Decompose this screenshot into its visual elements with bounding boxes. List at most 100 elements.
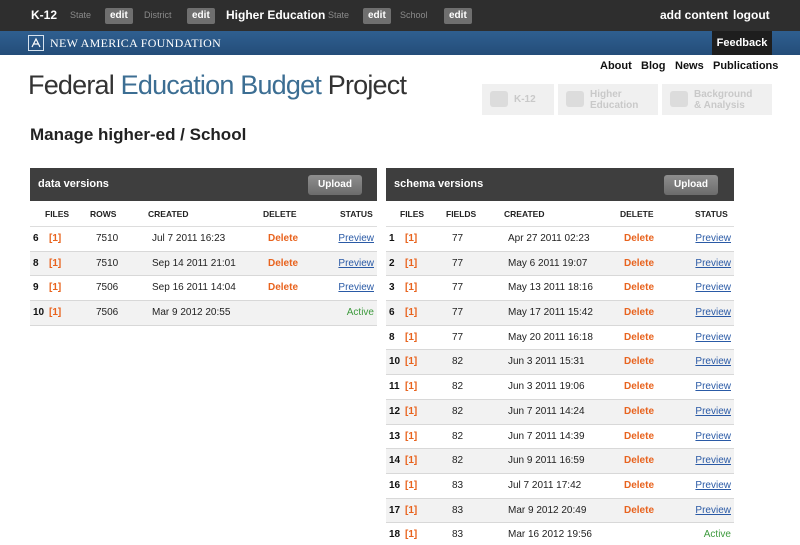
file-link[interactable]: [1] bbox=[405, 425, 417, 449]
preview-link[interactable]: Preview bbox=[695, 499, 731, 523]
delete-link[interactable]: Delete bbox=[624, 276, 654, 300]
delete-link[interactable]: Delete bbox=[268, 252, 298, 276]
site-title-part1: Federal bbox=[28, 70, 121, 100]
file-link[interactable]: [1] bbox=[405, 301, 417, 325]
nav-about[interactable]: About bbox=[600, 60, 632, 72]
k12-link[interactable]: K-12 bbox=[31, 0, 57, 31]
section-tab-k12[interactable]: K-12 bbox=[482, 84, 554, 115]
preview-link[interactable]: Preview bbox=[695, 301, 731, 325]
table-row: 12 [1] 82 Jun 7 2011 14:24 Delete Preview bbox=[386, 399, 734, 425]
row-count: 82 bbox=[452, 430, 464, 442]
site-title-part3: Project bbox=[321, 70, 407, 100]
nav-blog[interactable]: Blog bbox=[641, 60, 665, 72]
delete-link[interactable]: Delete bbox=[268, 276, 298, 300]
file-number: 16 bbox=[389, 479, 401, 491]
row-count: 77 bbox=[452, 257, 464, 269]
col-delete: DELETE bbox=[620, 209, 654, 219]
schema-upload-button[interactable]: Upload bbox=[664, 175, 718, 195]
row-count: 7506 bbox=[96, 307, 119, 319]
file-link[interactable]: [1] bbox=[49, 301, 61, 325]
table-row: 16 [1] 83 Jul 7 2011 17:42 Delete Preview bbox=[386, 474, 734, 499]
file-link[interactable]: [1] bbox=[405, 252, 417, 276]
file-number: 8 bbox=[389, 331, 395, 343]
table-row: 9 [1] 7506 Sep 16 2011 14:04 Delete Preview bbox=[30, 276, 377, 302]
edit-he-school-button[interactable]: edit bbox=[444, 8, 472, 24]
higher-education-link[interactable]: Higher Education bbox=[226, 0, 325, 31]
delete-link[interactable]: Delete bbox=[624, 326, 654, 350]
page-title: Manage higher-ed / School bbox=[30, 125, 247, 144]
file-link[interactable]: [1] bbox=[49, 227, 61, 251]
edit-k12-district-button[interactable]: edit bbox=[187, 8, 215, 24]
created-date: May 17 2011 15:42 bbox=[508, 307, 593, 319]
file-link[interactable]: [1] bbox=[49, 252, 61, 276]
preview-link[interactable]: Preview bbox=[338, 276, 374, 300]
nav-publications[interactable]: Publications bbox=[713, 60, 778, 72]
file-number: 8 bbox=[33, 257, 39, 269]
schema-versions-panel: schema versions Upload FILES FIELDS CREA… bbox=[386, 168, 734, 545]
site-title-part2: Education Budget bbox=[120, 70, 322, 100]
foundation-name[interactable]: NEW AMERICA FOUNDATION bbox=[50, 31, 221, 55]
preview-link[interactable]: Preview bbox=[695, 400, 731, 424]
preview-link[interactable]: Preview bbox=[695, 350, 731, 374]
preview-link[interactable]: Preview bbox=[695, 276, 731, 300]
preview-link[interactable]: Preview bbox=[338, 227, 374, 251]
foundation-bar: NEW AMERICA FOUNDATION bbox=[0, 31, 800, 55]
file-link[interactable]: [1] bbox=[405, 449, 417, 473]
delete-link[interactable]: Delete bbox=[624, 350, 654, 374]
table-row: 6 [1] 7510 Jul 7 2011 16:23 Delete Preview bbox=[30, 227, 377, 252]
file-link[interactable]: [1] bbox=[405, 350, 417, 374]
file-number: 10 bbox=[389, 356, 401, 368]
delete-link[interactable]: Delete bbox=[624, 227, 654, 251]
add-content-link[interactable]: add content bbox=[660, 0, 728, 31]
edit-he-state-button[interactable]: edit bbox=[363, 8, 391, 24]
preview-link[interactable]: Preview bbox=[695, 252, 731, 276]
file-link[interactable]: [1] bbox=[405, 375, 417, 399]
table-row: 13 [1] 82 Jun 7 2011 14:39 Delete Preview bbox=[386, 425, 734, 450]
file-number: 12 bbox=[389, 405, 401, 417]
file-link[interactable]: [1] bbox=[405, 474, 417, 498]
section-tab-background[interactable]: Background & Analysis bbox=[662, 84, 772, 115]
file-link[interactable]: [1] bbox=[49, 276, 61, 300]
preview-link[interactable]: Preview bbox=[695, 449, 731, 473]
delete-link[interactable]: Delete bbox=[624, 449, 654, 473]
site-title[interactable]: Federal Education Budget Project bbox=[28, 70, 407, 101]
file-link[interactable]: [1] bbox=[405, 276, 417, 300]
data-upload-button[interactable]: Upload bbox=[308, 175, 362, 195]
preview-link[interactable]: Preview bbox=[695, 425, 731, 449]
file-number: 14 bbox=[389, 455, 401, 467]
preview-link[interactable]: Preview bbox=[695, 474, 731, 498]
apple-icon bbox=[490, 91, 508, 107]
created-date: Jul 7 2011 17:42 bbox=[508, 479, 582, 491]
file-link[interactable]: [1] bbox=[405, 400, 417, 424]
preview-link[interactable]: Preview bbox=[695, 375, 731, 399]
edit-k12-state-button[interactable]: edit bbox=[105, 8, 133, 24]
preview-link[interactable]: Preview bbox=[695, 326, 731, 350]
file-link[interactable]: [1] bbox=[405, 523, 417, 545]
file-link[interactable]: [1] bbox=[405, 499, 417, 523]
file-link[interactable]: [1] bbox=[405, 227, 417, 251]
table-row: 11 [1] 82 Jun 3 2011 19:06 Delete Preview bbox=[386, 375, 734, 400]
data-versions-title: data versions bbox=[38, 178, 109, 190]
delete-link[interactable]: Delete bbox=[268, 227, 298, 251]
feedback-button[interactable]: Feedback bbox=[712, 31, 772, 55]
logout-link[interactable]: logout bbox=[733, 0, 770, 31]
row-count: 7510 bbox=[96, 233, 119, 244]
delete-link[interactable]: Delete bbox=[624, 425, 654, 449]
delete-link[interactable]: Delete bbox=[624, 400, 654, 424]
delete-link[interactable]: Delete bbox=[624, 474, 654, 498]
delete-link[interactable]: Delete bbox=[624, 375, 654, 399]
created-date: Mar 9 2012 20:55 bbox=[152, 307, 231, 319]
file-number: 6 bbox=[33, 233, 39, 244]
preview-link[interactable]: Preview bbox=[695, 227, 731, 251]
created-date: Jun 3 2011 15:31 bbox=[508, 356, 585, 368]
section-tab-higher-education[interactable]: Higher Education bbox=[558, 84, 658, 115]
nav-news[interactable]: News bbox=[675, 60, 704, 72]
delete-link[interactable]: Delete bbox=[624, 499, 654, 523]
file-link[interactable]: [1] bbox=[405, 326, 417, 350]
table-row: 14 [1] 82 Jun 9 2011 16:59 Delete Preview bbox=[386, 449, 734, 474]
file-number: 1 bbox=[389, 233, 395, 244]
delete-link[interactable]: Delete bbox=[624, 252, 654, 276]
file-number: 17 bbox=[389, 504, 401, 516]
preview-link[interactable]: Preview bbox=[338, 252, 374, 276]
delete-link[interactable]: Delete bbox=[624, 301, 654, 325]
